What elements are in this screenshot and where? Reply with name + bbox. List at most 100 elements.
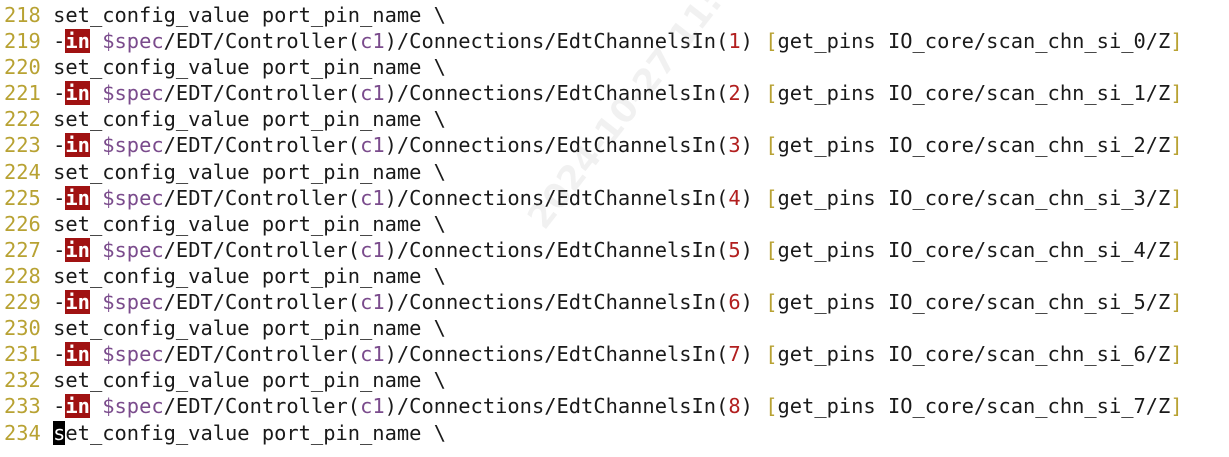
- code-line[interactable]: 229 -in $spec/EDT/Controller(c1)/Connect…: [4, 289, 1229, 315]
- code-line[interactable]: 225 -in $spec/EDT/Controller(c1)/Connect…: [4, 185, 1229, 211]
- open-bracket: [: [765, 81, 778, 106]
- code-text: set_config_value port_pin_name \: [53, 107, 446, 132]
- line-number: 226: [4, 211, 41, 236]
- code-editor[interactable]: 218 set_config_value port_pin_name \ 219 …: [0, 0, 1229, 457]
- code-line[interactable]: 224 set_config_value port_pin_name \: [4, 159, 1229, 185]
- config-path: /EDT/Controller(: [163, 237, 361, 262]
- code-line[interactable]: 221 -in $spec/EDT/Controller(c1)/Connect…: [4, 80, 1229, 106]
- close-paren: ): [740, 290, 753, 315]
- line-number: 230: [4, 316, 41, 341]
- code-line[interactable]: 228 set_config_value port_pin_name \: [4, 263, 1229, 289]
- open-bracket: [: [765, 290, 778, 315]
- keyword-in: in: [65, 394, 90, 419]
- code-line[interactable]: 231 -in $spec/EDT/Controller(c1)/Connect…: [4, 341, 1229, 367]
- close-bracket: ]: [1170, 394, 1183, 419]
- code-text: set_config_value port_pin_name \: [53, 316, 446, 341]
- config-path: )/Connections/EdtChannelsIn(: [384, 185, 729, 210]
- channel-index: 7: [728, 342, 741, 367]
- config-path: )/Connections/EdtChannelsIn(: [384, 394, 729, 419]
- controller-id: c1: [360, 133, 385, 158]
- code-line[interactable]: 219 -in $spec/EDT/Controller(c1)/Connect…: [4, 28, 1229, 54]
- keyword-in: in: [65, 237, 90, 262]
- controller-id: c1: [360, 81, 385, 106]
- keyword-in: in: [65, 133, 90, 158]
- config-path: )/Connections/EdtChannelsIn(: [384, 29, 729, 54]
- config-path: /EDT/Controller(: [163, 29, 361, 54]
- flag-dash: -: [53, 342, 66, 367]
- code-line[interactable]: 234 set_config_value port_pin_name \: [4, 420, 1229, 446]
- get-pins-command: get_pins IO_core/scan_chn_si_3/Z: [777, 185, 1171, 210]
- close-bracket: ]: [1170, 29, 1183, 54]
- spec-variable: $spec: [102, 185, 164, 210]
- code-line[interactable]: 226 set_config_value port_pin_name \: [4, 211, 1229, 237]
- code-line[interactable]: 232 set_config_value port_pin_name \: [4, 367, 1229, 393]
- editor-lines: 218 set_config_value port_pin_name \ 219 …: [4, 2, 1229, 446]
- config-path: /EDT/Controller(: [163, 290, 361, 315]
- line-number: 221: [4, 81, 41, 106]
- line-number: 231: [4, 342, 41, 367]
- close-paren: ): [740, 342, 753, 367]
- spec-variable: $spec: [102, 133, 164, 158]
- gutter-space: [41, 107, 53, 131]
- flag-dash: -: [53, 290, 66, 315]
- get-pins-command: get_pins IO_core/scan_chn_si_5/Z: [777, 290, 1171, 315]
- keyword-in: in: [65, 29, 90, 54]
- flag-dash: -: [53, 81, 66, 106]
- close-bracket: ]: [1170, 133, 1183, 158]
- code-text: set_config_value port_pin_name \: [53, 3, 446, 27]
- gutter-space: [41, 186, 53, 210]
- config-path: /EDT/Controller(: [163, 394, 361, 419]
- channel-index: 2: [728, 81, 741, 106]
- close-bracket: ]: [1170, 81, 1183, 106]
- code-line[interactable]: 223 -in $spec/EDT/Controller(c1)/Connect…: [4, 132, 1229, 158]
- line-number: 224: [4, 159, 41, 184]
- open-bracket: [: [765, 342, 778, 367]
- controller-id: c1: [360, 394, 385, 419]
- gutter-space: [41, 29, 53, 53]
- code-line[interactable]: 218 set_config_value port_pin_name \: [4, 2, 1229, 28]
- close-paren: ): [740, 133, 753, 158]
- open-bracket: [: [765, 394, 778, 419]
- open-bracket: [: [765, 185, 778, 210]
- gutter-space: [41, 55, 53, 79]
- keyword-in: in: [65, 81, 90, 106]
- flag-dash: -: [53, 237, 66, 262]
- gutter-space: [41, 421, 53, 445]
- line-number: 227: [4, 237, 41, 262]
- close-bracket: ]: [1170, 290, 1183, 315]
- controller-id: c1: [360, 237, 385, 262]
- code-text: set_config_value port_pin_name \: [53, 55, 446, 80]
- close-bracket: ]: [1170, 342, 1183, 367]
- close-bracket: ]: [1170, 185, 1183, 210]
- config-path: )/Connections/EdtChannelsIn(: [384, 81, 729, 106]
- code-line[interactable]: 230 set_config_value port_pin_name \: [4, 315, 1229, 341]
- close-paren: ): [740, 394, 753, 419]
- code-line[interactable]: 220 set_config_value port_pin_name \: [4, 54, 1229, 80]
- spec-variable: $spec: [102, 394, 164, 419]
- flag-dash: -: [53, 133, 66, 158]
- code-line[interactable]: 227 -in $spec/EDT/Controller(c1)/Connect…: [4, 237, 1229, 263]
- spec-variable: $spec: [102, 290, 164, 315]
- line-number: 229: [4, 290, 41, 315]
- close-paren: ): [740, 29, 753, 54]
- code-line[interactable]: 233 -in $spec/EDT/Controller(c1)/Connect…: [4, 393, 1229, 419]
- config-path: /EDT/Controller(: [163, 185, 361, 210]
- config-path: /EDT/Controller(: [163, 81, 361, 106]
- gutter-space: [41, 394, 53, 418]
- text-cursor[interactable]: s: [53, 420, 66, 445]
- code-line[interactable]: 222 set_config_value port_pin_name \: [4, 106, 1229, 132]
- code-text: set_config_value port_pin_name \: [53, 159, 446, 184]
- controller-id: c1: [360, 185, 385, 210]
- get-pins-command: get_pins IO_core/scan_chn_si_4/Z: [777, 237, 1171, 262]
- channel-index: 1: [728, 29, 741, 54]
- open-bracket: [: [765, 29, 778, 54]
